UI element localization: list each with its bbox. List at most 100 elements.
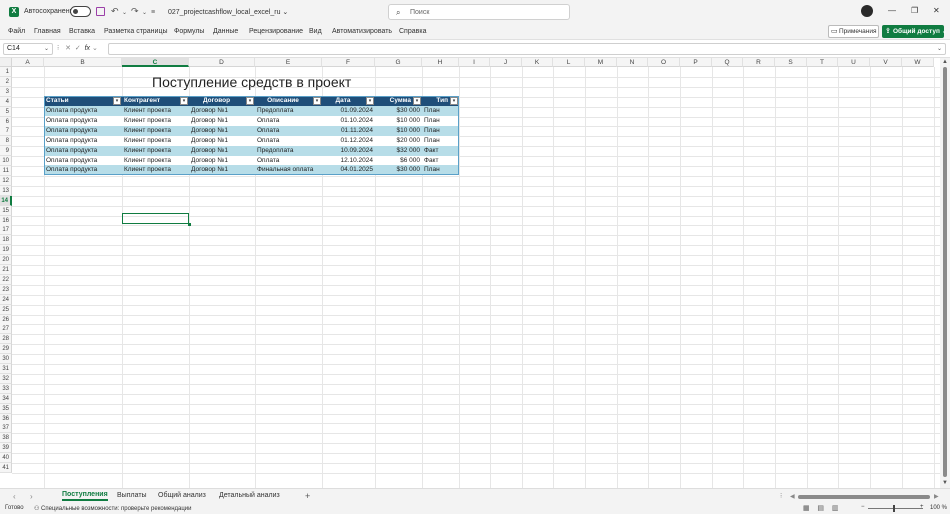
row-header[interactable]: 34 [0,393,12,404]
horizontal-scroll-thumb[interactable] [798,495,930,499]
row-header[interactable]: 22 [0,274,12,285]
row-header[interactable]: 21 [0,265,12,275]
row-header[interactable]: 13 [0,185,12,196]
column-header[interactable]: H [422,58,459,67]
formula-input[interactable]: ⌄ [108,43,946,55]
add-sheet-icon[interactable]: + [305,491,310,501]
redo-icon[interactable]: ↷ [131,6,139,17]
zoom-level[interactable]: 100 % [930,505,947,511]
row-header[interactable]: 25 [0,304,12,315]
sheet-title[interactable]: Поступление средств в проект [152,74,351,90]
zoom-in-icon[interactable]: + [920,504,924,510]
row-header[interactable]: 9 [0,146,12,157]
tab-formulas[interactable]: Формулы [174,28,204,35]
redo-dropdown-icon[interactable]: ⌄ [142,8,147,19]
row-header[interactable]: 15 [0,205,12,216]
tab-insert[interactable]: Вставка [69,28,95,35]
share-button[interactable]: ⇪ Общий доступ ⌄ [882,25,947,38]
column-header[interactable]: S [775,58,807,67]
expand-formula-icon[interactable]: ⌄ [937,44,942,54]
minimize-icon[interactable]: — [888,6,896,15]
column-header[interactable]: M [585,58,617,67]
tab-data[interactable]: Данные [213,28,238,35]
file-name[interactable]: 027_projectcashflow_local_excel_ru ⌄ [168,8,288,16]
row-header[interactable]: 32 [0,373,12,384]
zoom-slider-knob[interactable] [893,505,895,512]
column-header[interactable]: L [553,58,585,67]
row-header[interactable]: 36 [0,413,12,424]
tab-page-layout[interactable]: Разметка страницы [104,28,168,35]
column-header[interactable]: R [743,58,775,67]
vertical-scrollbar[interactable]: ▲ ▼ [940,58,950,488]
column-header[interactable]: C [122,58,189,67]
normal-view-icon[interactable]: ▦ [803,505,810,512]
scroll-up-icon[interactable]: ▲ [942,59,948,65]
page-layout-view-icon[interactable]: ▤ [817,505,824,512]
row-header[interactable]: 5 [0,106,12,117]
avatar[interactable] [861,5,873,17]
column-header[interactable]: E [255,58,322,67]
column-header[interactable]: A [12,58,44,67]
select-all-corner[interactable] [0,58,12,67]
row-header[interactable]: 1 [0,67,12,77]
column-header[interactable]: I [459,58,490,67]
autosave-toggle[interactable] [70,6,91,17]
row-header[interactable]: 35 [0,403,12,414]
zoom-slider[interactable] [868,508,923,509]
row-header[interactable]: 28 [0,334,12,345]
save-icon[interactable] [96,7,105,16]
column-header[interactable]: D [189,58,255,67]
row-header[interactable]: 18 [0,235,12,246]
sheet-tab-detailed-analysis[interactable]: Детальный анализ [219,492,280,499]
column-header[interactable]: T [807,58,838,67]
sheet-tab-payments[interactable]: Выплаты [117,492,147,499]
column-header[interactable]: B [44,58,122,67]
column-header[interactable]: V [870,58,902,67]
tab-review[interactable]: Рецензирование [249,28,303,35]
row-header[interactable]: 10 [0,156,12,167]
row-header[interactable]: 19 [0,245,12,256]
vertical-scroll-thumb[interactable] [943,67,947,477]
row-header[interactable]: 33 [0,383,12,394]
tab-home[interactable]: Главная [34,28,61,35]
tab-automate[interactable]: Автоматизировать [332,28,392,35]
row-header[interactable]: 6 [0,116,12,127]
page-break-view-icon[interactable]: ▥ [832,505,839,512]
row-header[interactable]: 20 [0,255,12,266]
row-header[interactable]: 41 [0,463,12,473]
close-icon[interactable]: ✕ [933,6,940,15]
selected-cell[interactable] [122,213,191,226]
prev-sheet-icon[interactable]: ‹ [13,492,16,501]
row-header[interactable]: 23 [0,284,12,295]
row-header[interactable]: 14 [0,195,12,206]
sheet-tab-receipts[interactable]: Поступления [62,491,108,501]
next-sheet-icon[interactable]: › [30,492,33,501]
row-header[interactable]: 29 [0,344,12,355]
row-header[interactable]: 7 [0,126,12,137]
column-header[interactable]: Q [712,58,743,67]
row-header[interactable]: 2 [0,76,12,87]
row-header[interactable]: 11 [0,166,12,176]
tab-file[interactable]: Файл [8,28,25,35]
row-header[interactable]: 37 [0,423,12,434]
row-header[interactable]: 17 [0,225,12,236]
column-header[interactable]: U [838,58,870,67]
row-header[interactable]: 27 [0,324,12,335]
column-header[interactable]: G [375,58,422,67]
restore-icon[interactable]: ❐ [911,6,918,15]
tab-view[interactable]: Вид [309,28,322,35]
sheet-tab-general-analysis[interactable]: Общий анализ [158,492,206,499]
column-header[interactable]: K [522,58,553,67]
cancel-icon[interactable]: ✕ [65,45,71,52]
tab-help[interactable]: Справка [399,28,426,35]
scroll-left-icon[interactable]: ◀ [790,493,795,500]
column-header[interactable]: N [617,58,648,67]
customize-toolbar-icon[interactable]: ≡ [151,7,155,18]
row-header[interactable]: 30 [0,354,12,365]
row-header[interactable]: 31 [0,364,12,374]
enter-icon[interactable]: ✓ [75,45,81,52]
row-header[interactable]: 4 [0,96,12,107]
row-header[interactable]: 40 [0,453,12,464]
search-box[interactable]: ⌕ Поиск [388,4,570,20]
name-box[interactable]: C14 ⌄ [3,43,53,55]
